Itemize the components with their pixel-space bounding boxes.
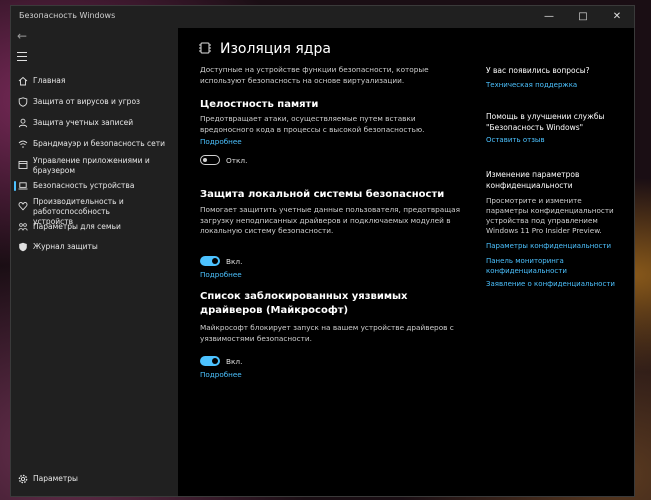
page-intro: Доступные на устройстве функции безопасн… — [200, 65, 429, 85]
window-title: Безопасность Windows — [19, 11, 116, 20]
sidebar-item-label: Безопасность устройства — [33, 181, 135, 190]
title-bar: Безопасность Windows — □ ✕ — [11, 6, 634, 28]
close-button[interactable]: ✕ — [600, 6, 634, 28]
toggle-state-label: Откл. — [226, 156, 248, 165]
home-icon — [18, 76, 28, 86]
section-desc-lsa-protection: Помогает защитить учетные данные пользов… — [200, 205, 460, 235]
section-title-driver-blocklist: Список заблокированных уязвимых драйверо… — [200, 291, 408, 316]
sidebar-item-label: Главная — [33, 76, 66, 85]
hamburger-menu-icon[interactable] — [17, 52, 27, 64]
sidebar-item-label: Параметры для семьи — [33, 222, 121, 231]
learn-more-link-driver-blocklist[interactable]: Подробнее — [200, 370, 242, 379]
sidebar-item-label: Параметры — [33, 474, 78, 483]
sidebar-item-label: Управление приложениями и браузером — [33, 156, 150, 175]
privacy-settings-link[interactable]: Параметры конфиденциальности — [486, 242, 616, 252]
questions-title: У вас появились вопросы? — [486, 66, 590, 75]
wifi-icon — [18, 140, 28, 148]
main-content: Изоляция ядра Доступные на устройстве фу… — [178, 28, 634, 496]
family-icon — [18, 223, 28, 231]
feedback-link[interactable]: Оставить отзыв — [486, 136, 616, 146]
person-icon — [18, 118, 28, 128]
sidebar-item-label: Защита от вирусов и угроз — [33, 97, 141, 106]
section-desc-memory-integrity: Предотвращает атаки, осуществляемые путе… — [200, 114, 425, 134]
heart-icon — [18, 202, 28, 211]
sidebar-item-label: Журнал защиты — [33, 242, 98, 251]
section-title-lsa-protection: Защита локальной системы безопасности — [200, 189, 445, 200]
app-window-icon — [18, 161, 28, 169]
learn-more-link-memory-integrity[interactable]: Подробнее — [200, 137, 242, 146]
section-title-memory-integrity: Целостность памяти — [200, 99, 319, 110]
sidebar-item-label: Брандмауэр и безопасность сети — [33, 139, 166, 148]
maximize-button[interactable]: □ — [566, 6, 600, 28]
history-icon — [19, 242, 27, 252]
shield-icon — [18, 97, 28, 107]
improve-title: Помощь в улучшении службы "Безопасность … — [486, 112, 605, 132]
toggle-driver-blocklist[interactable] — [200, 356, 220, 366]
toggle-lsa-protection[interactable] — [200, 256, 220, 266]
back-arrow-icon[interactable]: ← — [17, 29, 27, 43]
privacy-title: Изменение параметров конфиденциальности — [486, 170, 580, 190]
privacy-text: Просмотрите и измените параметры конфиде… — [486, 196, 614, 235]
section-desc-driver-blocklist: Майкрософт блокирует запуск на вашем уст… — [200, 323, 454, 343]
sidebar: ← Главная Защита от вирусов и угроз Защи… — [11, 28, 178, 496]
toggle-state-label: Вкл. — [226, 357, 243, 366]
minimize-button[interactable]: — — [532, 6, 566, 28]
privacy-dashboard-link[interactable]: Панель мониторинга конфиденциальности — [486, 257, 616, 276]
toggle-state-label: Вкл. — [226, 257, 243, 266]
toggle-memory-integrity[interactable] — [200, 155, 220, 165]
privacy-statement-link[interactable]: Заявление о конфиденциальности — [486, 280, 616, 290]
learn-more-link-lsa[interactable]: Подробнее — [200, 270, 242, 279]
page-title: Изоляция ядра — [220, 41, 331, 57]
chip-icon — [199, 42, 211, 54]
gear-icon — [18, 474, 28, 484]
laptop-icon — [18, 182, 28, 190]
app-window: Безопасность Windows — □ ✕ ← Главная Защ… — [10, 5, 635, 497]
support-link[interactable]: Техническая поддержка — [486, 81, 616, 91]
sidebar-item-label: Защита учетных записей — [33, 118, 134, 127]
